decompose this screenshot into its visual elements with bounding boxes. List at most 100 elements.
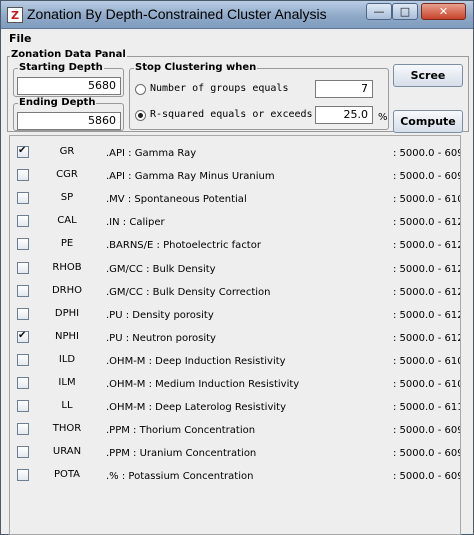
curve-depth-range: : 5000.0 - 6097.0 [393,448,460,460]
curve-row: RHOB .GM/CC : Bulk Density : 5000.0 - 6126… [10,258,460,281]
minimize-icon: — [373,5,385,18]
close-button[interactable]: ✕ [421,3,466,20]
curve-depth-range: : 5000.0 - 6103.5 [393,379,460,390]
curve-depth-range: : 5000.0 - 6100.0 [393,355,460,367]
scree-button[interactable]: Scree [393,64,463,87]
curve-row: LL .OHM-M : Deep Laterolog Resistivity: 5… [10,396,460,419]
curve-description: .OHM-M : Deep Induction Resistivity [106,355,286,367]
curve-depth-range: : 5000.0 - 6097.0 [393,471,460,483]
curve-row: CAL .IN : Caliper : 5000.0 - 6129.0 [10,211,460,234]
curve-description: .PPM : Thorium Concentration [106,425,256,437]
curve-depth-range: : 5000.0 - 6129.0 [393,240,460,252]
curve-description: .GM/CC : Bulk Density Correction [106,286,271,298]
stop-clustering-label: Stop Clustering when [134,62,258,73]
curve-checkbox[interactable] [17,446,29,459]
close-icon: ✕ [438,5,449,18]
starting-depth-input[interactable]: 5680 [17,77,121,95]
radio-rsquared[interactable] [135,110,146,121]
curve-description: .API : Gamma Ray [106,148,197,159]
curve-row: DRHO .GM/CC : Bulk Density Correction : 50… [10,281,460,304]
maximize-button[interactable]: □ [392,3,418,20]
curve-checkbox[interactable] [17,284,29,297]
curve-checkbox[interactable] [17,238,29,251]
rsquared-input[interactable]: 25.0 [315,106,373,124]
curve-description: .MV : Spontaneous Potential [106,194,247,206]
curve-mnemonic: LL [61,400,73,412]
panel-legend: Zonation Data Panal [10,49,127,60]
curve-depth-range: : 5000.0 - 6126.0 [393,286,460,298]
curve-row: THOR .PPM : Thorium Concentration: 5000.0… [10,419,460,442]
percent-label: % [378,112,388,123]
curve-row: ✔ NPHI .PU : Neutron porosity : 5000.0 - 61… [10,327,460,350]
curve-checkbox[interactable] [17,192,29,205]
curve-checkbox[interactable]: ✔ [17,145,29,158]
curve-description: .IN : Caliper [106,217,165,229]
curve-mnemonic: RHOB [52,261,82,273]
curve-mnemonic: SP [60,192,74,204]
curve-checkbox[interactable] [17,307,29,320]
curve-row: URAN .PPM : Uranium Concentration : 5000.0… [10,442,460,465]
curve-depth-range: : 5000.0 - 6126.0 [393,263,460,275]
curve-row: POTA .% : Potassium Concentration: 5000.0… [10,465,460,488]
curve-row: SP .MV : Spontaneous Potential : 5000.0 - … [10,188,460,211]
app-icon: Z [7,7,23,23]
curve-description: .% : Potassium Concentration [106,471,254,483]
curve-checkbox[interactable] [17,215,29,228]
compute-button[interactable]: Compute [393,110,463,133]
menu-file[interactable]: File [9,32,32,45]
curve-row: ILD .OHM-M : Deep Induction Resistivity : … [10,350,460,373]
curve-mnemonic: DPHI [54,307,80,319]
curve-checkbox[interactable] [17,261,29,274]
curve-checkbox[interactable] [17,353,29,366]
curve-row: CGR .API : Gamma Ray Minus Uranium : 5000.… [10,165,460,188]
curve-checkbox[interactable] [17,423,29,436]
ending-depth-label: Ending Depth [18,97,97,108]
radio-rsquared-dot [138,113,143,118]
radio-rsquared-label: R-squared equals or exceeds [150,109,313,120]
checkmark-icon: ✔ [18,329,27,341]
minimize-button[interactable]: — [366,3,392,20]
starting-depth-label: Starting Depth [18,62,104,73]
window-title: Zonation By Depth-Constrained Cluster An… [27,6,327,22]
curve-mnemonic: URAN [52,446,82,458]
curve-checkbox[interactable] [17,169,29,182]
curve-row: ILM .OHM-M : Medium Induction Resistivity… [10,373,460,396]
app-window: Z Zonation By Depth-Constrained Cluster … [0,0,474,535]
curve-row: PE .BARNS/E : Photoelectric factor : 5000.… [10,234,460,257]
curve-mnemonic: NPHI [55,330,79,342]
curve-mnemonic: THOR [52,423,82,435]
curve-description: .PU : Neutron porosity [106,332,216,344]
curve-checkbox[interactable] [17,400,29,413]
title-bar[interactable]: Z Zonation By Depth-Constrained Cluster … [1,1,473,29]
curve-description: .BARNS/E : Photoelectric factor [106,240,261,252]
curve-description: .PPM : Uranium Concentration [106,448,257,460]
curve-description: .GM/CC : Bulk Density [106,263,216,275]
curve-mnemonic: CAL [57,215,77,227]
ending-depth-input[interactable]: 5860 [17,112,121,130]
curve-description: .OHM-M : Deep Laterolog Resistivity [106,402,286,414]
curve-mnemonic: ILD [58,353,76,365]
groups-count-input[interactable]: 7 [315,80,373,98]
curve-checkbox[interactable] [17,377,29,389]
curve-depth-range: : 5000.0 - 6129.0 [393,217,460,229]
curve-depth-range: : 5000.0 - 6097.0 [393,171,460,183]
curve-mnemonic: GR [59,146,75,157]
radio-groups-label: Number of groups equals [150,83,289,94]
curve-mnemonic: DRHO [51,284,83,296]
curve-row: DPHI .PU : Density porosity: 5000.0 - 612… [10,304,460,327]
curve-depth-range: : 5000.0 - 6100.0 [393,194,460,206]
maximize-icon: □ [399,5,411,18]
curve-checkbox[interactable] [17,469,29,482]
curve-description: .PU : Density porosity [106,309,214,321]
menu-bar: File [1,29,473,47]
curve-description: .API : Gamma Ray Minus Uranium [106,171,275,183]
curve-mnemonic: CGR [56,169,78,181]
radio-groups[interactable] [135,84,146,95]
curve-row: ✔ GR .API : Gamma Ray : 5000.0 - 6097.0 [10,142,460,165]
app-icon-letter: Z [11,9,19,22]
curve-checkbox[interactable]: ✔ [17,329,29,343]
curve-mnemonic: PE [60,238,74,250]
curve-depth-range: : 5000.0 - 6097.0 [393,148,460,159]
curve-depth-range: : 5000.0 - 6126.0 [393,332,460,344]
curve-mnemonic: ILM [58,377,76,388]
